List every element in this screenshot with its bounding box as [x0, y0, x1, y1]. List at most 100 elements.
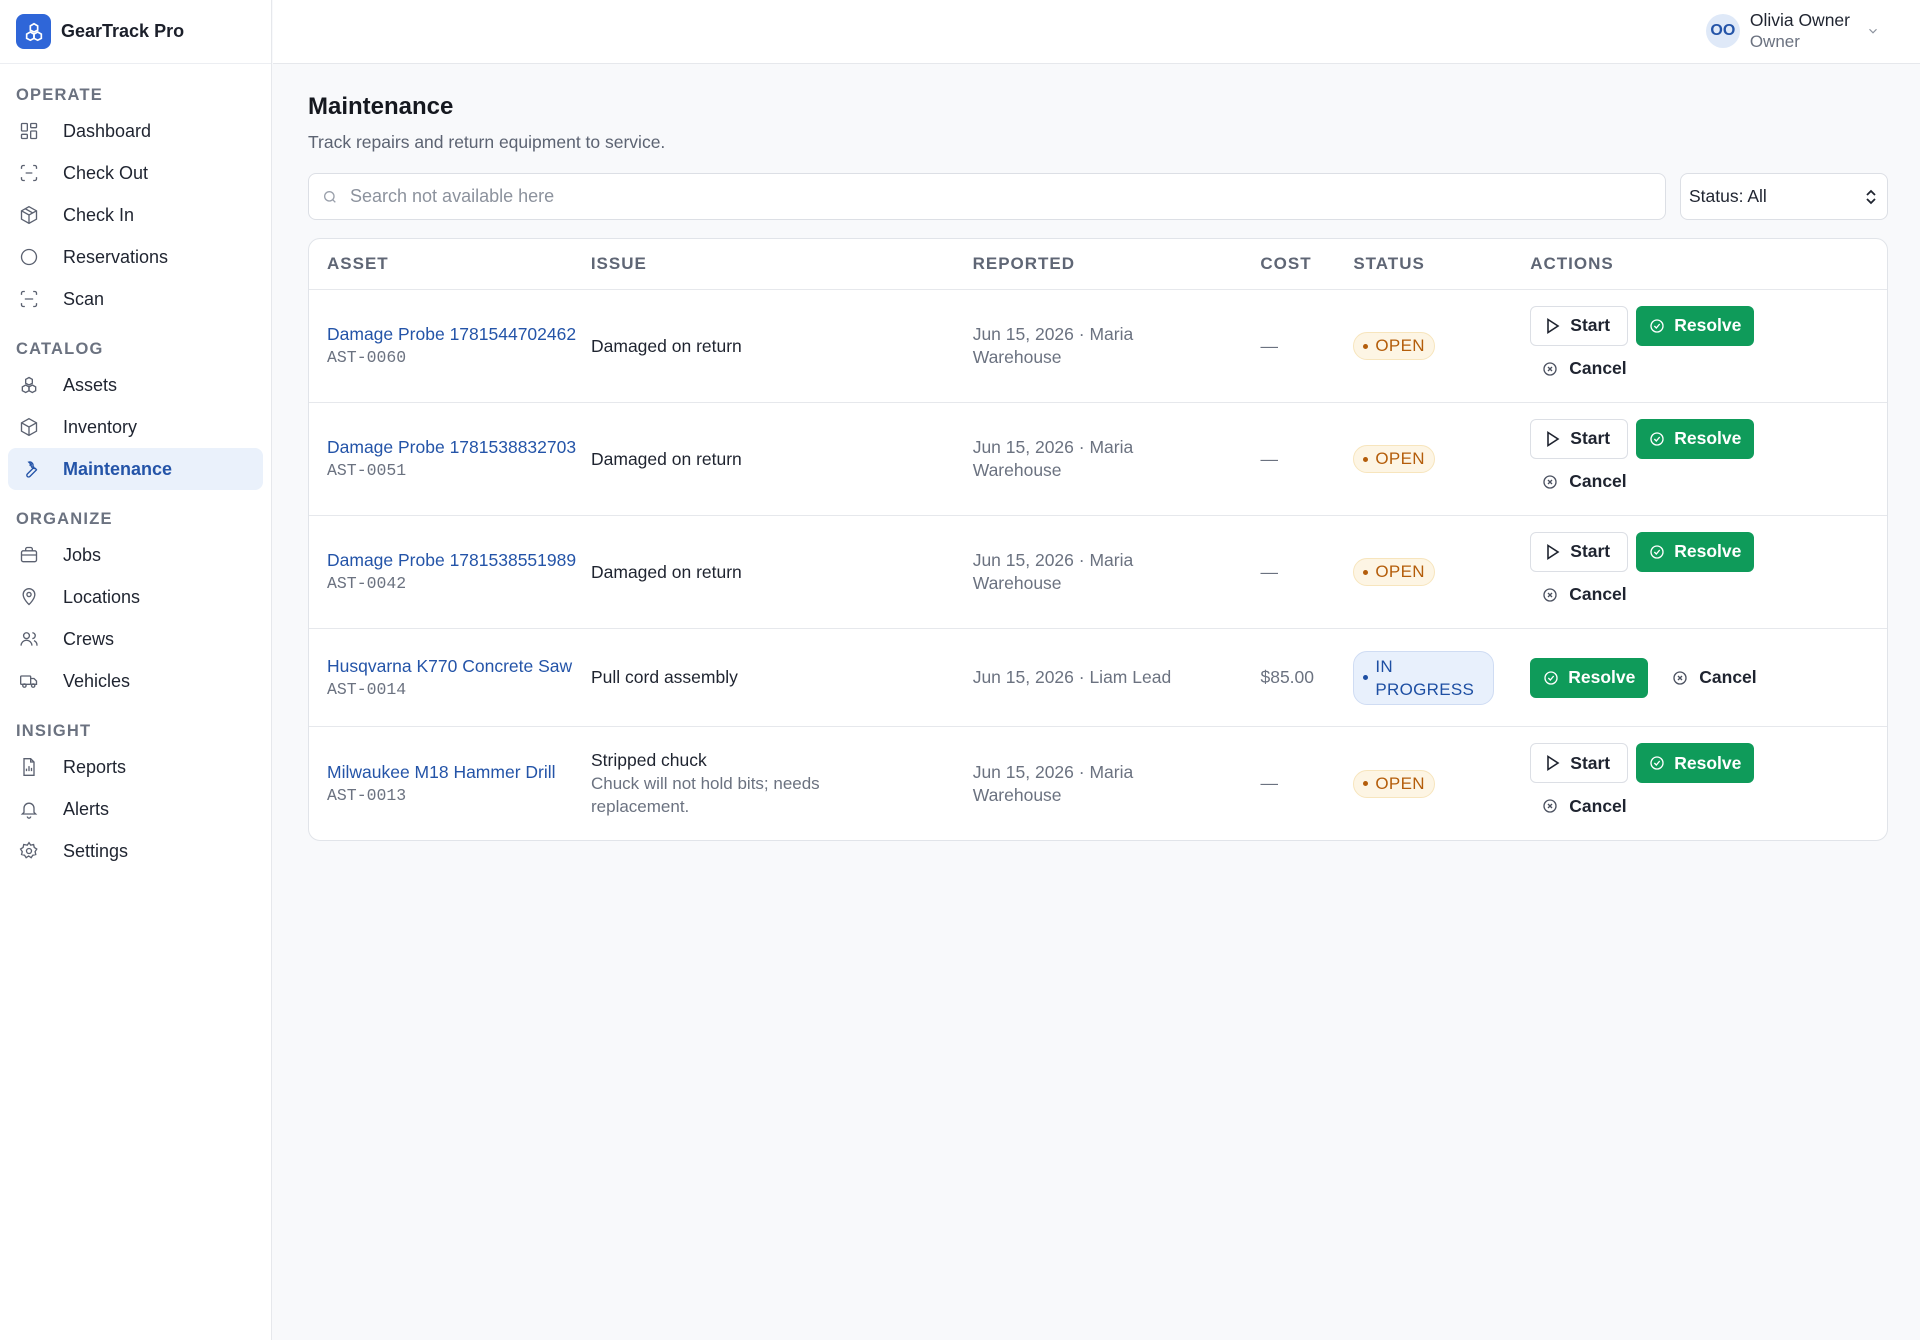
status-text: OPEN	[1375, 562, 1425, 581]
resolve-button[interactable]: Resolve	[1636, 531, 1755, 572]
status-cell: OPEN	[1353, 445, 1530, 473]
brand[interactable]: GearTrack Pro	[0, 0, 271, 64]
status-badge: IN PROGRESS	[1353, 650, 1495, 705]
cancel-button[interactable]: Cancel	[1530, 464, 1627, 500]
asset-name-link[interactable]: Damage Probe 1781544702462	[327, 323, 591, 346]
asset-name-link[interactable]: Husqvarna K770 Concrete Saw	[327, 655, 591, 678]
cost-cell: $85.00	[1260, 667, 1353, 688]
sidebar-item-inventory[interactable]: Inventory	[8, 406, 263, 448]
sidebar-item-label: Crews	[63, 628, 115, 649]
scan-icon	[18, 288, 40, 310]
search-box[interactable]	[308, 173, 1666, 220]
page-title: Maintenance	[308, 93, 454, 120]
cancel-button[interactable]: Cancel	[1660, 660, 1757, 696]
primary-actions: Start Resolve	[1530, 418, 1755, 459]
column-header-cost[interactable]: COST	[1260, 254, 1353, 274]
sidebar-item-crews[interactable]: Crews	[8, 618, 263, 660]
reported-info: Jun 15, 2026 · Maria Warehouse	[972, 550, 1134, 593]
issue-cell: Damaged on return	[591, 448, 973, 471]
cancel-button[interactable]: Cancel	[1530, 577, 1627, 613]
actions-cell: Start Resolve Cancel	[1530, 305, 1887, 387]
column-header-actions: ACTIONS	[1530, 254, 1614, 273]
issue-cell: Damaged on return	[591, 335, 973, 358]
cancel-label: Cancel	[1569, 471, 1627, 491]
chevron-down-icon	[1866, 24, 1880, 38]
sidebar-item-assets[interactable]: Assets	[8, 364, 263, 406]
status-filter-select[interactable]: Status: All	[1680, 173, 1888, 220]
asset-tag: AST-0060	[327, 348, 407, 367]
sidebar-item-label: Assets	[63, 374, 118, 395]
select-arrows-icon	[1865, 189, 1877, 205]
play-icon	[1546, 430, 1560, 447]
reported-cell: Jun 15, 2026 · Maria Warehouse	[973, 549, 1261, 595]
report-icon	[18, 756, 40, 778]
cost-value: $85.00	[1260, 667, 1315, 687]
resolve-button[interactable]: Resolve	[1636, 305, 1755, 346]
sidebar-item-maintenance[interactable]: Maintenance	[8, 448, 263, 490]
start-button[interactable]: Start	[1530, 743, 1629, 783]
start-label: Start	[1570, 541, 1611, 561]
sidebar-item-label: Inventory	[63, 416, 138, 437]
cost-value: —	[1260, 448, 1278, 469]
cancel-button[interactable]: Cancel	[1530, 351, 1627, 387]
truck-icon	[18, 670, 40, 692]
sidebar-item-check-out[interactable]: Check Out	[8, 152, 263, 194]
cost-cell: —	[1260, 562, 1353, 583]
sidebar-item-scan[interactable]: Scan	[8, 278, 263, 320]
sidebar-item-settings[interactable]: Settings	[8, 830, 263, 872]
status-cell: OPEN	[1353, 769, 1530, 798]
column-header-reported[interactable]: REPORTED	[973, 254, 1261, 274]
nav-heading: OPERATE	[16, 86, 103, 104]
issue-title: Damaged on return	[591, 448, 742, 469]
check-circle-icon	[1649, 431, 1665, 447]
nav-section-catalog: CATALOG Assets Inventory Maintenance	[0, 334, 271, 490]
asset-name-link[interactable]: Damage Probe 1781538832703	[327, 436, 591, 459]
nav-section-organize: ORGANIZE Jobs Locations Crews Vehicles	[0, 504, 271, 702]
user-menu[interactable]: OO Olivia Owner Owner	[1705, 10, 1880, 52]
resolve-button[interactable]: Resolve	[1636, 743, 1755, 783]
status-text: OPEN	[1375, 449, 1425, 468]
sidebar-item-vehicles[interactable]: Vehicles	[8, 660, 263, 702]
asset-name-link[interactable]: Damage Probe 1781538551989	[327, 549, 591, 572]
issue-cell: Stripped chuck Chuck will not hold bits; …	[591, 749, 973, 818]
search-input[interactable]	[350, 186, 1630, 207]
start-button[interactable]: Start	[1530, 418, 1629, 459]
table-row: Damage Probe 1781538551989 AST-0042 Damage…	[309, 516, 1887, 629]
cancel-button[interactable]: Cancel	[1530, 788, 1627, 824]
primary-actions: Start Resolve	[1530, 743, 1755, 783]
actions-cell: Resolve Cancel	[1530, 657, 1887, 698]
user-name: Olivia Owner	[1749, 10, 1850, 30]
reported-info: Jun 15, 2026 · Maria Warehouse	[972, 437, 1134, 480]
reported-cell: Jun 15, 2026 · Maria Warehouse	[973, 436, 1261, 482]
start-button[interactable]: Start	[1530, 531, 1629, 572]
sidebar-item-locations[interactable]: Locations	[8, 576, 263, 618]
issue-cell: Damaged on return	[591, 561, 973, 584]
status-text: IN PROGRESS	[1375, 656, 1475, 699]
resolve-button[interactable]: Resolve	[1530, 657, 1649, 698]
column-header-status[interactable]: STATUS	[1353, 254, 1530, 274]
sidebar-item-jobs[interactable]: Jobs	[8, 534, 263, 576]
play-icon	[1546, 317, 1560, 334]
primary-actions: Start Resolve	[1530, 531, 1755, 572]
status-dot	[1363, 781, 1369, 786]
status-text: OPEN	[1375, 336, 1425, 355]
dashboard-icon	[18, 120, 40, 142]
sidebar-item-reservations[interactable]: Reservations	[8, 236, 263, 278]
table-header: ASSET ISSUE REPORTED COST STATUS ACTIONS	[309, 239, 1887, 290]
asset-cell: Husqvarna K770 Concrete Saw AST-0014	[309, 655, 591, 701]
start-button[interactable]: Start	[1530, 305, 1629, 346]
resolve-button[interactable]: Resolve	[1636, 418, 1755, 459]
status-cell: IN PROGRESS	[1353, 650, 1530, 705]
sidebar-item-check-in[interactable]: Check In	[8, 194, 263, 236]
sidebar-item-dashboard[interactable]: Dashboard	[8, 110, 263, 152]
column-header-issue[interactable]: ISSUE	[591, 254, 973, 274]
status-badge: OPEN	[1353, 769, 1435, 798]
column-header-asset[interactable]: ASSET	[309, 254, 591, 274]
sidebar-item-reports[interactable]: Reports	[8, 746, 263, 788]
status-badge: OPEN	[1353, 558, 1435, 586]
sidebar-item-label: Locations	[63, 586, 141, 607]
asset-name-link[interactable]: Milwaukee M18 Hammer Drill	[327, 761, 591, 784]
sidebar-item-label: Check Out	[63, 162, 149, 183]
nav-heading: ORGANIZE	[16, 510, 113, 528]
sidebar-item-alerts[interactable]: Alerts	[8, 788, 263, 830]
